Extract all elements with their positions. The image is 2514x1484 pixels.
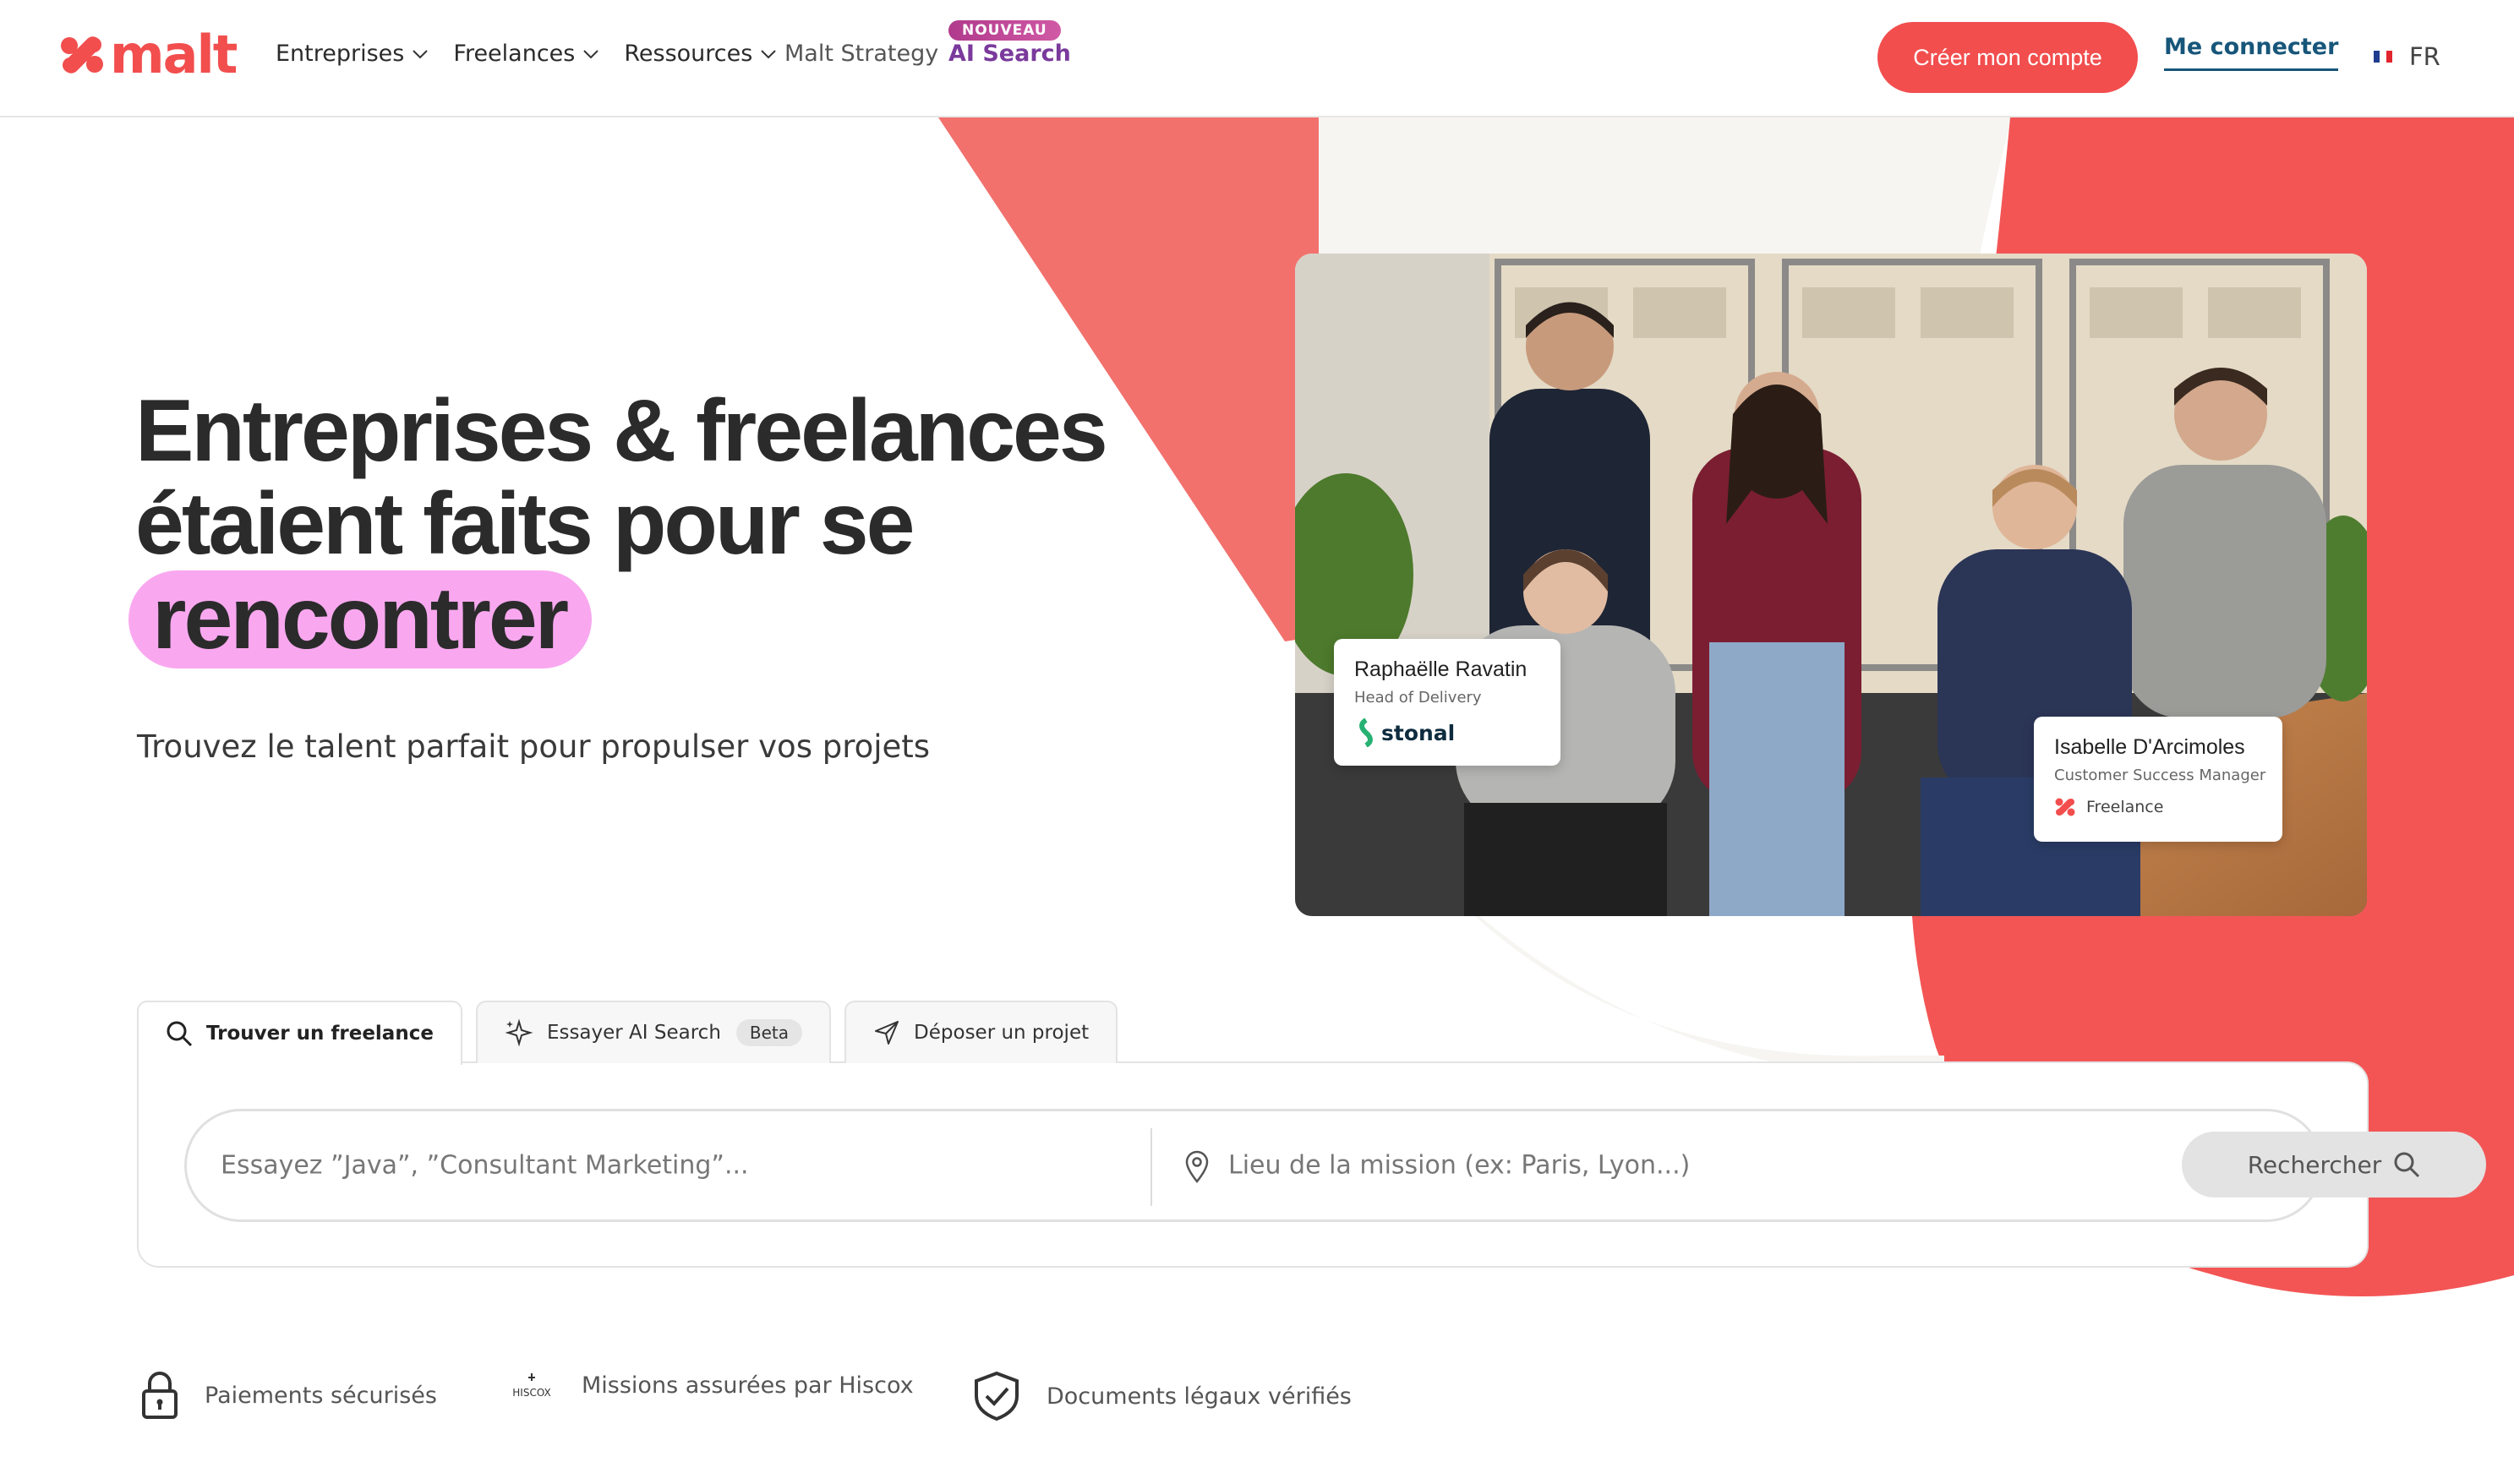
hiscox-logo: HISCOX (512, 1373, 551, 1399)
tab-post-project[interactable]: Déposer un projet (844, 1001, 1118, 1063)
location-input[interactable]: Lieu de la mission (ex: Paris, Lyon...) (1228, 1151, 1690, 1181)
malt-logo-icon (61, 36, 103, 74)
tab-label: Déposer un projet (914, 1022, 1090, 1044)
nav-item-label: Freelances (453, 41, 576, 67)
new-badge: NOUVEAU (948, 20, 1061, 41)
search-button-label: Rechercher (2247, 1150, 2382, 1179)
nav-item-ressources[interactable]: Ressources (624, 41, 778, 67)
hero-title: Entreprises & freelances étaient faits p… (128, 382, 1108, 668)
main-nav: Entreprises Freelances Ressources (276, 41, 801, 67)
ai-search-label: AI Search (948, 41, 1071, 67)
nav-item-malt-strategy[interactable]: Malt Strategy (784, 41, 938, 67)
profile-name: Raphaëlle Ravatin (1354, 657, 1528, 681)
send-icon (875, 1021, 899, 1045)
trust-item-hiscox: HISCOX Missions assurées par Hiscox (507, 1371, 914, 1399)
nav-item-label: Ressources (624, 41, 753, 67)
language-label: FR (2409, 42, 2440, 71)
company-name: stonal (1381, 720, 1456, 745)
sparkle-icon (505, 1018, 533, 1047)
french-flag-icon (2374, 51, 2392, 63)
logo-wordmark: malt (110, 24, 238, 85)
login-link[interactable]: Me connecter (2164, 34, 2339, 71)
malt-logo[interactable]: malt (57, 24, 238, 85)
hero-title-line1: Entreprises & freelances (135, 382, 1108, 480)
hero-title-line2: étaient faits pour se (135, 475, 915, 573)
nav-item-label: Entreprises (276, 41, 405, 67)
search-icon (2394, 1152, 2420, 1178)
trust-label: Paiements sécurisés (205, 1382, 437, 1409)
lock-icon (142, 1372, 178, 1419)
profile-card-isabelle: Isabelle D'Arcimoles Customer Success Ma… (2034, 717, 2282, 842)
hiscox-logo-text: HISCOX (512, 1387, 550, 1399)
trust-label: Missions assurées par Hiscox (582, 1372, 914, 1399)
company-name: Freelance (2086, 798, 2164, 816)
profile-role: Customer Success Manager (2054, 767, 2266, 784)
language-selector[interactable]: FR (2374, 42, 2440, 71)
hero-subtitle: Trouvez le talent parfait pour propulser… (137, 728, 931, 765)
profile-name: Isabelle D'Arcimoles (2054, 735, 2245, 759)
search-panel: Essayez ”Java”, ”Consultant Marketing”..… (137, 1061, 2486, 1268)
hero-title-highlight: rencontrer (128, 570, 593, 668)
stonal-logo-icon (1359, 718, 1373, 747)
search-input[interactable]: Essayez ”Java”, ”Consultant Marketing”..… (221, 1151, 749, 1181)
beta-badge: Beta (735, 1019, 803, 1046)
company-badge: Freelance (2054, 796, 2262, 818)
chevron-down-icon (413, 49, 429, 58)
search-icon (167, 1021, 193, 1047)
search-bar: Essayez ”Java”, ”Consultant Marketing”..… (184, 1109, 2486, 1222)
tab-label: Trouver un freelance (206, 1023, 434, 1045)
tab-ai-search[interactable]: Essayer AI Search Beta (475, 1001, 832, 1063)
profile-role: Head of Delivery (1354, 689, 1482, 707)
trust-item-payments: Paiements sécurisés (140, 1371, 437, 1420)
nav-item-freelances[interactable]: Freelances (453, 41, 600, 67)
search-tabs: Trouver un freelance Essayer AI Search B… (137, 1001, 1131, 1065)
trust-item-documents: Documents légaux vérifiés (972, 1371, 1352, 1421)
company-badge: stonal (1354, 718, 1540, 747)
malt-logo-icon (2055, 798, 2075, 816)
shield-check-icon (975, 1371, 1019, 1421)
search-divider (1150, 1128, 1152, 1206)
search-button[interactable]: Rechercher (2182, 1132, 2486, 1198)
chevron-down-icon (583, 49, 599, 58)
chevron-down-icon (761, 49, 777, 58)
top-header: malt Entreprises Freelances Ressources M… (0, 0, 2514, 117)
nav-item-ai-search[interactable]: NOUVEAU AI Search (948, 20, 1071, 67)
create-account-button[interactable]: Créer mon compte (1877, 22, 2138, 93)
tab-label: Essayer AI Search (546, 1022, 721, 1044)
trust-label: Documents légaux vérifiés (1047, 1383, 1352, 1410)
profile-card-raphaelle: Raphaëlle Ravatin Head of Delivery stona… (1334, 639, 1560, 766)
tab-find-freelance[interactable]: Trouver un freelance (137, 1001, 462, 1065)
location-pin-icon (1185, 1150, 1209, 1184)
nav-item-entreprises[interactable]: Entreprises (276, 41, 429, 67)
